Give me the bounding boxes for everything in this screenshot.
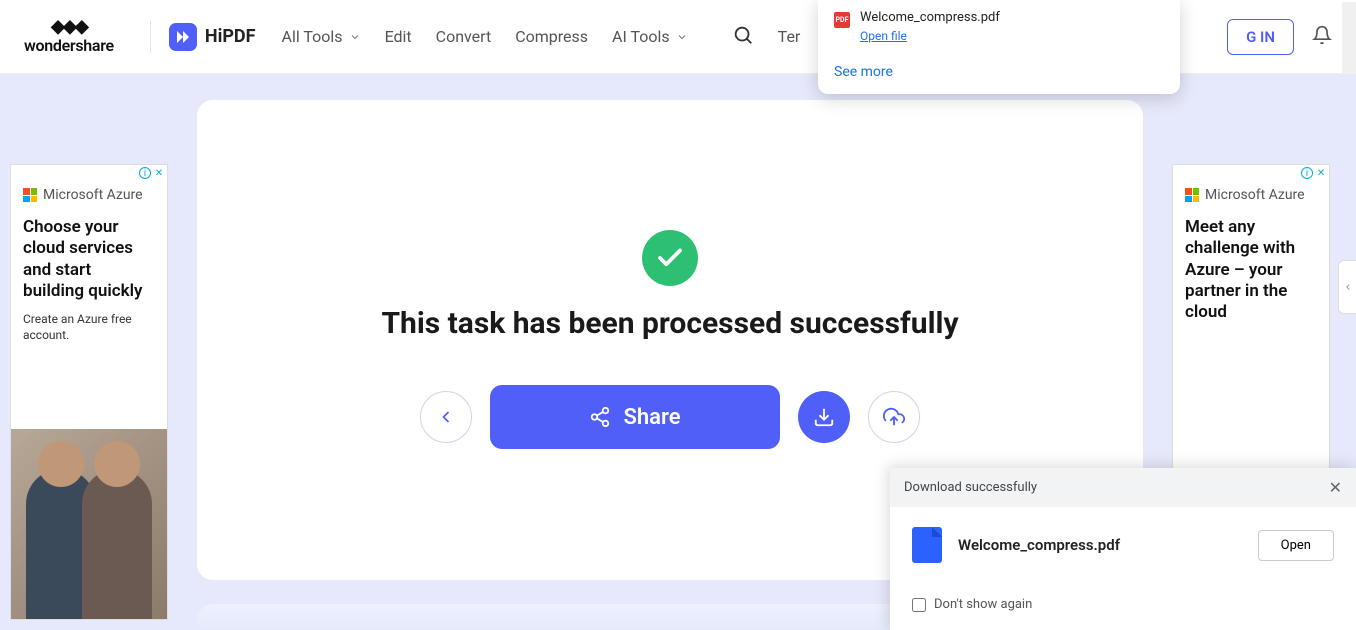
collapse-tab[interactable]: [1338, 260, 1356, 314]
download-filename: Welcome_compress.pdf: [860, 10, 1000, 25]
dont-show-label: Don't show again: [934, 597, 1032, 612]
download-button[interactable]: [798, 391, 850, 443]
share-button[interactable]: Share: [490, 385, 780, 449]
wondershare-brand[interactable]: ◆◆◆ wondershare: [24, 18, 114, 55]
ad-close-icon[interactable]: ✕: [1315, 167, 1327, 179]
ad-left[interactable]: i ✕ Microsoft Azure Choose your cloud se…: [10, 164, 168, 620]
hipdf-name[interactable]: HiPDF: [205, 26, 256, 47]
search-button[interactable]: [732, 24, 754, 50]
download-icon: [813, 406, 835, 428]
success-check-icon: [642, 230, 698, 286]
nav-all-tools-label: All Tools: [282, 27, 343, 46]
dont-show-checkbox[interactable]: [912, 598, 926, 612]
wondershare-name: wondershare: [24, 36, 114, 55]
nav-compress[interactable]: Compress: [515, 27, 588, 46]
toast-header: Download successfully ✕: [890, 468, 1356, 507]
wondershare-logo-icon: ◆◆◆: [51, 18, 87, 36]
nav-edit[interactable]: Edit: [385, 27, 412, 46]
ad-left-headline: Choose your cloud services and start bui…: [23, 217, 155, 302]
ad-left-image: [11, 429, 167, 619]
cloud-upload-button[interactable]: [868, 391, 920, 443]
divider: [150, 21, 151, 53]
see-more-link[interactable]: See more: [834, 64, 1164, 80]
file-icon: [912, 527, 942, 563]
open-file-link[interactable]: Open file: [860, 29, 907, 43]
nav-ai-tools[interactable]: AI Tools: [612, 27, 688, 46]
search-icon: [732, 24, 754, 46]
ad-left-sub: Create an Azure free account.: [23, 312, 155, 343]
ms-azure-logo: Microsoft Azure: [23, 187, 155, 203]
header-right: G IN: [1227, 19, 1332, 55]
ad-info-icon[interactable]: i: [139, 167, 151, 179]
ad-info-icon[interactable]: i: [1301, 167, 1313, 179]
download-success-toast: Download successfully ✕ Welcome_compress…: [890, 468, 1356, 630]
hipdf-logo-icon[interactable]: [169, 23, 197, 51]
chevron-down-icon: [676, 31, 688, 43]
nav-convert[interactable]: Convert: [436, 27, 492, 46]
toast-title: Download successfully: [904, 480, 1037, 495]
success-title: This task has been processed successfull…: [381, 306, 958, 341]
action-row: Share: [420, 385, 920, 449]
chevron-left-icon: [1343, 282, 1353, 292]
ad-right-headline: Meet any challenge with Azure – your par…: [1185, 217, 1317, 323]
back-button[interactable]: [420, 391, 472, 443]
nav-templates[interactable]: Ter: [778, 27, 801, 46]
microsoft-icon: [23, 188, 37, 202]
page-body: i ✕ Microsoft Azure Choose your cloud se…: [0, 74, 1356, 630]
nav-all-tools[interactable]: All Tools: [282, 27, 361, 46]
toast-open-button[interactable]: Open: [1258, 530, 1334, 561]
cloud-upload-icon: [883, 406, 905, 428]
microsoft-icon: [1185, 188, 1199, 202]
notifications-button[interactable]: [1312, 25, 1332, 49]
toast-close-button[interactable]: ✕: [1329, 478, 1342, 497]
share-label: Share: [623, 405, 680, 430]
login-button[interactable]: G IN: [1227, 19, 1294, 55]
toast-filename: Welcome_compress.pdf: [958, 536, 1242, 554]
browser-download-popover: PDF Welcome_compress.pdf Open file See m…: [818, 0, 1180, 94]
main-nav: All Tools Edit Convert Compress AI Tools…: [282, 24, 801, 50]
pdf-icon: PDF: [834, 12, 850, 28]
chevron-down-icon: [349, 31, 361, 43]
chevron-left-icon: [436, 407, 456, 427]
share-icon: [589, 406, 611, 428]
bell-icon: [1312, 25, 1332, 45]
scrollbar[interactable]: [1342, 2, 1356, 74]
ms-azure-logo: Microsoft Azure: [1185, 187, 1317, 203]
nav-ai-tools-label: AI Tools: [612, 27, 670, 46]
ad-close-icon[interactable]: ✕: [153, 167, 165, 179]
